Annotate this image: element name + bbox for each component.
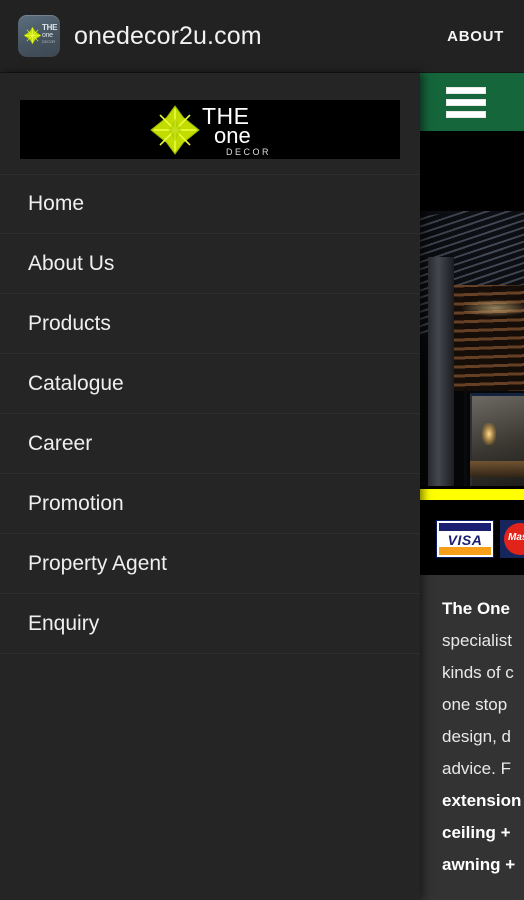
copy-text: ceiling + bbox=[442, 823, 511, 842]
nav-item-products[interactable]: Products bbox=[0, 294, 420, 354]
copy-text: awning + bbox=[442, 855, 516, 874]
drawer-nav-list: Home About Us Products Catalogue Career … bbox=[0, 174, 420, 654]
hamburger-bar bbox=[446, 86, 486, 94]
copy-line: one stop bbox=[442, 695, 508, 714]
page-title: onedecor2u.com bbox=[74, 21, 262, 50]
visa-label: VISA bbox=[447, 532, 483, 548]
nav-item-label: About Us bbox=[28, 251, 115, 275]
hamburger-bar bbox=[446, 98, 486, 106]
copy-line: extension bbox=[442, 785, 524, 817]
hero-image bbox=[420, 211, 524, 486]
hero-column bbox=[428, 257, 454, 486]
yellow-divider bbox=[420, 486, 524, 503]
copy-line: specialist bbox=[442, 631, 512, 650]
logo-decor: DECOR bbox=[225, 146, 271, 157]
nav-item-label: Home bbox=[28, 192, 85, 215]
hero-door-frame bbox=[464, 389, 467, 486]
nav-item-label: Career bbox=[28, 431, 93, 455]
visa-top-band bbox=[439, 523, 491, 531]
copy-line: design, d bbox=[442, 727, 511, 746]
drawer-logo-banner: THE one DECOR bbox=[20, 100, 400, 159]
site-header bbox=[420, 73, 524, 131]
nav-item-about-us[interactable]: About Us bbox=[0, 234, 420, 294]
about-paragraph: The One specialist kinds of c one stop d… bbox=[420, 575, 524, 881]
drawer-logo-wordmark: THE one DECOR bbox=[202, 103, 271, 157]
app-logo-icon: THE one DECOR bbox=[18, 15, 60, 57]
visa-bottom-band bbox=[439, 547, 491, 555]
nav-item-label: Products bbox=[28, 311, 111, 335]
visa-card-logo: VISA bbox=[436, 520, 494, 558]
app-icon-decor: DECOR bbox=[42, 39, 55, 44]
app-icon-wordmark: THE one DECOR bbox=[42, 24, 60, 46]
nav-item-property-agent[interactable]: Property Agent bbox=[0, 534, 420, 594]
copy-line: The One bbox=[442, 593, 524, 625]
about-button[interactable]: ABOUT bbox=[441, 0, 510, 73]
nav-item-label: Catalogue bbox=[28, 371, 124, 395]
hero-floor bbox=[470, 461, 524, 477]
hero-lamp bbox=[482, 423, 496, 445]
copy-line: awning + bbox=[442, 849, 524, 881]
nav-item-enquiry[interactable]: Enquiry bbox=[0, 594, 420, 654]
top-action-bar: THE one DECOR onedecor2u.com ABOUT bbox=[0, 0, 524, 73]
logo-one: one bbox=[213, 122, 251, 148]
payment-logos: VISA Mast bbox=[420, 503, 524, 575]
copy-text: extension bbox=[442, 791, 522, 810]
nav-item-label: Property Agent bbox=[28, 551, 167, 575]
navigation-drawer: THE one DECOR Home About Us Products Cat… bbox=[0, 73, 420, 900]
copy-line: advice. F bbox=[442, 759, 511, 778]
hamburger-icon[interactable] bbox=[446, 86, 486, 118]
nav-item-home[interactable]: Home bbox=[0, 174, 420, 234]
star-glyph-icon bbox=[150, 104, 200, 155]
app-icon-one: one bbox=[42, 31, 53, 39]
mastercard-label: Mast bbox=[508, 532, 524, 543]
hamburger-bar bbox=[446, 110, 486, 118]
star-glyph-icon bbox=[23, 26, 42, 45]
app-root: THE one DECOR onedecor2u.com ABOUT VISA … bbox=[0, 0, 524, 900]
hero-light-glow bbox=[460, 299, 524, 317]
nav-item-label: Enquiry bbox=[28, 611, 100, 635]
copy-line: ceiling + bbox=[442, 817, 524, 849]
copy-line: kinds of c bbox=[442, 663, 514, 682]
header-spacer bbox=[420, 131, 524, 211]
copy-text: The One bbox=[442, 599, 511, 618]
nav-item-catalogue[interactable]: Catalogue bbox=[0, 354, 420, 414]
nav-item-career[interactable]: Career bbox=[0, 414, 420, 474]
nav-item-label: Promotion bbox=[28, 491, 124, 515]
mastercard-logo: Mast bbox=[500, 520, 524, 558]
web-content-area[interactable]: VISA Mast The One specialist kinds of c … bbox=[420, 73, 524, 900]
nav-item-promotion[interactable]: Promotion bbox=[0, 474, 420, 534]
